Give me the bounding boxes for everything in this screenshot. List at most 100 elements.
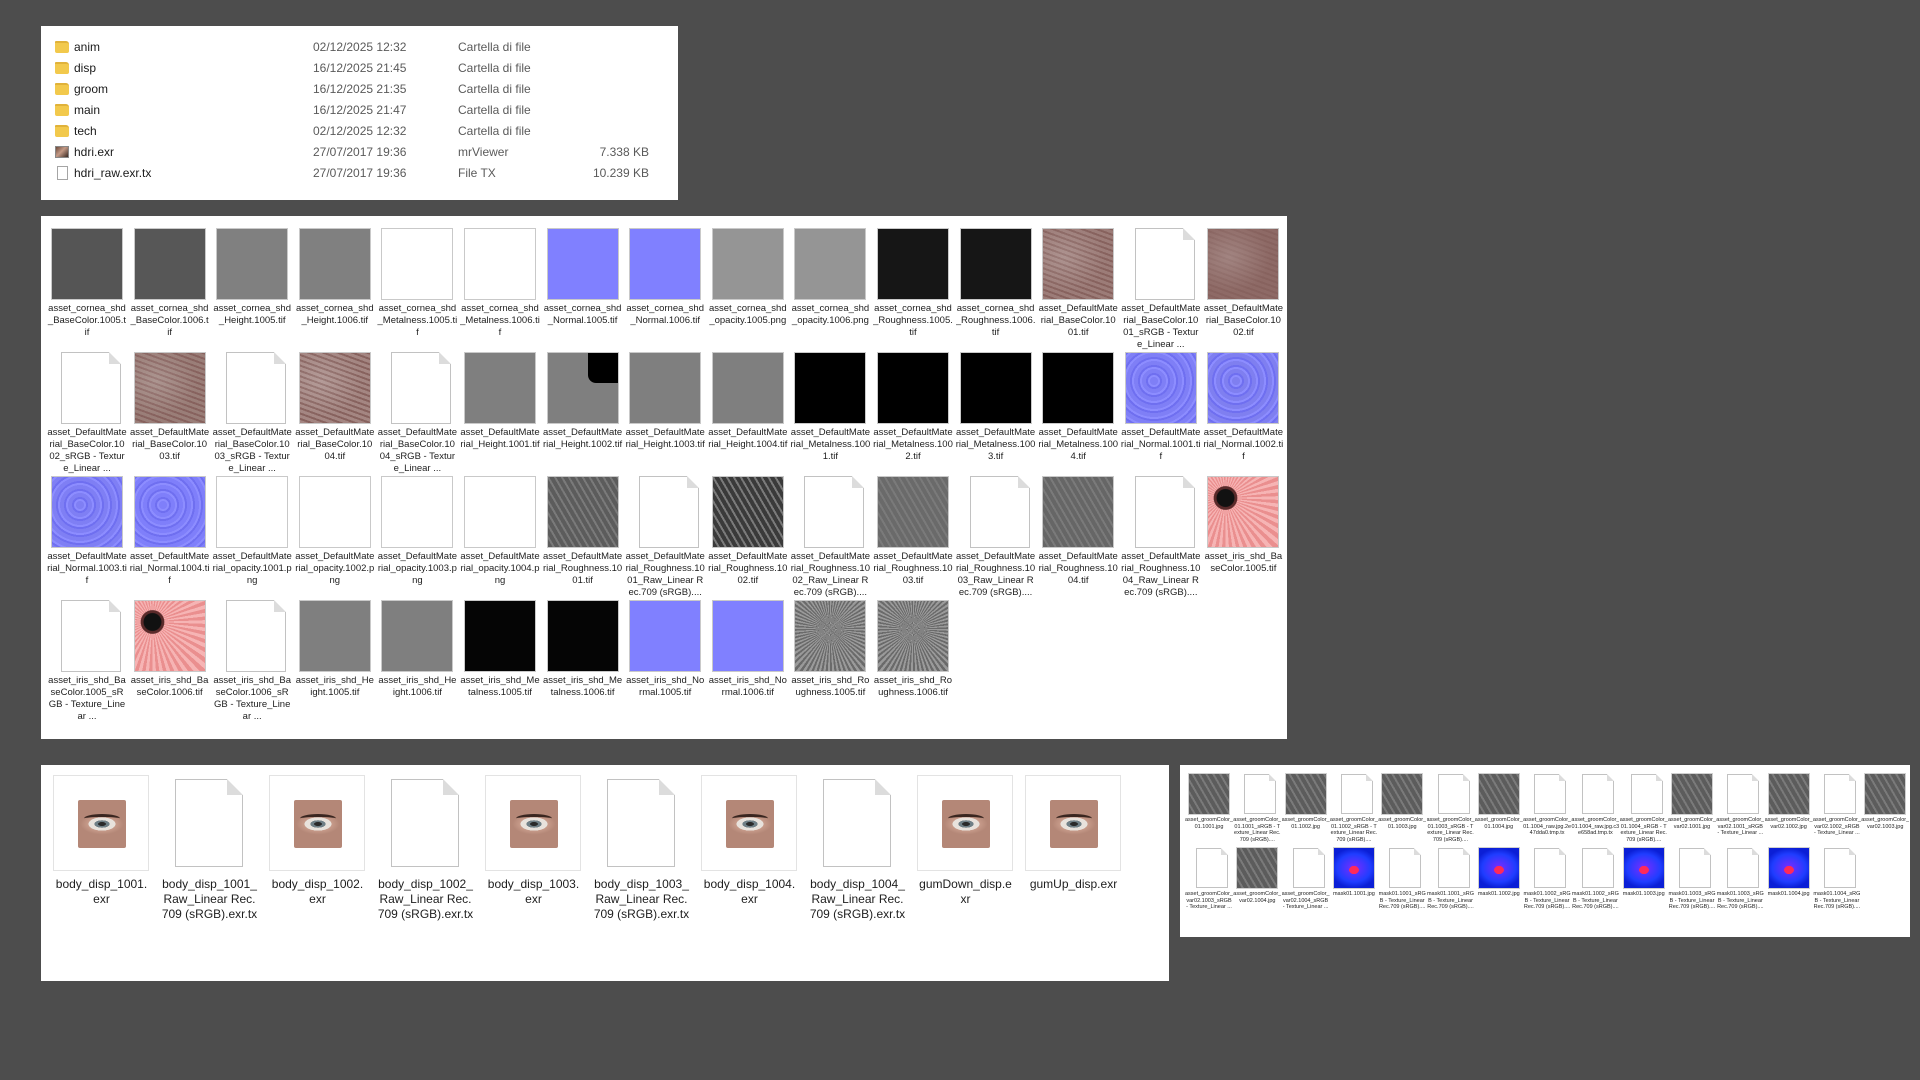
file-tile[interactable]: asset_iris_shd_Height.1006.tif — [377, 600, 457, 724]
file-tile[interactable]: asset_DefaultMaterial_Normal.1002.tif — [1203, 352, 1283, 476]
file-tile[interactable]: asset_cornea_shd_BaseColor.1006.tif — [130, 228, 210, 352]
file-tile[interactable]: asset_DefaultMaterial_BaseColor.1003_sRG… — [212, 352, 292, 476]
file-row[interactable]: main 16/12/2025 21:47 Cartella di file — [41, 100, 678, 121]
file-tile[interactable]: asset_DefaultMaterial_BaseColor.1001_sRG… — [1121, 228, 1201, 352]
file-tile[interactable]: mask01.1003_sRGB - Texture_Linear Rec.70… — [1668, 847, 1716, 931]
file-tile[interactable]: gumUp_disp.exr — [1025, 775, 1122, 945]
file-tile[interactable]: asset_iris_shd_BaseColor.1006.tif — [130, 600, 210, 724]
file-tile[interactable]: asset_DefaultMaterial_BaseColor.1004_sRG… — [377, 352, 457, 476]
file-row[interactable]: disp 16/12/2025 21:45 Cartella di file — [41, 58, 678, 79]
file-tile[interactable]: asset_groomColor_var02.1004.jpg — [1233, 847, 1281, 931]
file-tile[interactable]: asset_cornea_shd_BaseColor.1005.tif — [47, 228, 127, 352]
file-tile[interactable]: body_disp_1002.exr — [269, 775, 366, 945]
file-tile[interactable]: asset_DefaultMaterial_Height.1004.tif — [708, 352, 788, 476]
file-tile[interactable]: asset_groomColor_01.1002_sRGB - Texture_… — [1330, 773, 1378, 857]
file-tile[interactable]: asset_DefaultMaterial_Roughness.1001.tif — [543, 476, 623, 600]
file-tile[interactable]: asset_DefaultMaterial_Roughness.1004.tif — [1038, 476, 1118, 600]
file-tile[interactable]: body_disp_1004.exr — [701, 775, 798, 945]
file-tile[interactable]: asset_iris_shd_Height.1005.tif — [295, 600, 375, 724]
file-tile[interactable]: asset_cornea_shd_Roughness.1006.tif — [956, 228, 1036, 352]
file-tile[interactable]: asset_groomColor_01.1004_raw.jpg.2e47dda… — [1523, 773, 1571, 857]
file-tile[interactable]: asset_groomColor_01.1004_sRGB - Texture_… — [1620, 773, 1668, 857]
file-row[interactable]: hdri.exr 27/07/2017 19:36 mrViewer 7.338 KB — [41, 142, 678, 163]
file-tile[interactable]: asset_cornea_shd_opacity.1005.png — [708, 228, 788, 352]
file-tile[interactable]: mask01.1004_sRGB - Texture_Linear Rec.70… — [1813, 847, 1861, 931]
file-tile[interactable]: asset_iris_shd_Metalness.1006.tif — [543, 600, 623, 724]
file-tile[interactable]: asset_cornea_shd_Roughness.1005.tif — [873, 228, 953, 352]
file-tile[interactable]: asset_groomColor_var02.1003.jpg — [1861, 773, 1909, 857]
file-tile[interactable]: mask01.1001_sRGB - Texture_Linear Rec.70… — [1378, 847, 1426, 931]
file-tile[interactable]: asset_cornea_shd_Normal.1005.tif — [543, 228, 623, 352]
file-tile[interactable]: asset_groomColor_01.1002.jpg — [1282, 773, 1330, 857]
file-tile[interactable]: body_disp_1001.exr — [53, 775, 150, 945]
file-tile[interactable]: asset_groomColor_01.1001_sRGB - Texture_… — [1233, 773, 1281, 857]
file-row[interactable]: anim 02/12/2025 12:32 Cartella di file — [41, 37, 678, 58]
file-tile[interactable]: body_disp_1004_Raw_Linear Rec.709 (sRGB)… — [809, 775, 906, 945]
file-tile[interactable]: asset_groomColor_01.1003_sRGB - Texture_… — [1427, 773, 1475, 857]
file-tile[interactable]: asset_DefaultMaterial_Roughness.1003_Raw… — [956, 476, 1036, 600]
file-row[interactable]: groom 16/12/2025 21:35 Cartella di file — [41, 79, 678, 100]
file-tile[interactable]: mask01.1002.jpg — [1475, 847, 1523, 931]
file-tile[interactable]: asset_groomColor_var02.1003_sRGB - Textu… — [1185, 847, 1233, 931]
file-tile[interactable]: asset_DefaultMaterial_Roughness.1003.tif — [873, 476, 953, 600]
file-tile[interactable]: asset_DefaultMaterial_Roughness.1001_Raw… — [625, 476, 705, 600]
file-tile[interactable]: asset_groomColor_var02.1001_sRGB - Textu… — [1716, 773, 1764, 857]
file-tile[interactable]: asset_iris_shd_Normal.1006.tif — [708, 600, 788, 724]
file-tile[interactable]: asset_DefaultMaterial_Normal.1004.tif — [130, 476, 210, 600]
file-tile[interactable]: asset_DefaultMaterial_Roughness.1002_Raw… — [790, 476, 870, 600]
file-tile[interactable]: asset_iris_shd_BaseColor.1006_sRGB - Tex… — [212, 600, 292, 724]
file-tile[interactable]: asset_DefaultMaterial_opacity.1002.png — [295, 476, 375, 600]
file-tile[interactable]: asset_DefaultMaterial_Height.1003.tif — [625, 352, 705, 476]
file-tile[interactable]: asset_cornea_shd_opacity.1006.png — [790, 228, 870, 352]
file-tile[interactable]: asset_iris_shd_BaseColor.1005_sRGB - Tex… — [47, 600, 127, 724]
file-tile[interactable]: body_disp_1002_Raw_Linear Rec.709 (sRGB)… — [377, 775, 474, 945]
file-tile[interactable]: asset_groomColor_01.1004_raw.jpg.c3e658a… — [1571, 773, 1619, 857]
file-tile[interactable]: mask01.1004.jpg — [1765, 847, 1813, 931]
file-tile[interactable]: asset_DefaultMaterial_BaseColor.1001.tif — [1038, 228, 1118, 352]
file-tile[interactable]: asset_DefaultMaterial_Normal.1003.tif — [47, 476, 127, 600]
file-tile[interactable]: asset_DefaultMaterial_Normal.1001.tif — [1121, 352, 1201, 476]
file-tile[interactable]: asset_DefaultMaterial_Roughness.1004_Raw… — [1121, 476, 1201, 600]
file-tile[interactable]: asset_groomColor_01.1004.jpg — [1475, 773, 1523, 857]
file-tile[interactable]: asset_DefaultMaterial_opacity.1004.png — [460, 476, 540, 600]
file-tile[interactable]: asset_DefaultMaterial_opacity.1001.png — [212, 476, 292, 600]
file-tile[interactable]: asset_cornea_shd_Height.1006.tif — [295, 228, 375, 352]
file-tile[interactable]: asset_groomColor_01.1003.jpg — [1378, 773, 1426, 857]
file-tile[interactable]: asset_iris_shd_Metalness.1005.tif — [460, 600, 540, 724]
file-tile[interactable]: asset_DefaultMaterial_Metalness.1003.tif — [956, 352, 1036, 476]
file-tile[interactable]: asset_groomColor_01.1001.jpg — [1185, 773, 1233, 857]
file-tile[interactable]: mask01.1003.jpg — [1620, 847, 1668, 931]
file-tile[interactable]: body_disp_1001_Raw_Linear Rec.709 (sRGB)… — [161, 775, 258, 945]
file-tile[interactable]: asset_cornea_shd_Metalness.1006.tif — [460, 228, 540, 352]
file-tile[interactable]: asset_groomColor_var02.1001.jpg — [1668, 773, 1716, 857]
file-tile[interactable]: asset_iris_shd_Roughness.1005.tif — [790, 600, 870, 724]
file-tile[interactable]: gumDown_disp.exr — [917, 775, 1014, 945]
file-tile[interactable]: asset_DefaultMaterial_Metalness.1002.tif — [873, 352, 953, 476]
file-tile[interactable]: asset_iris_shd_BaseColor.1005.tif — [1203, 476, 1283, 600]
file-tile[interactable]: asset_DefaultMaterial_BaseColor.1002_sRG… — [47, 352, 127, 476]
file-tile[interactable]: asset_groomColor_var02.1004_sRGB - Textu… — [1282, 847, 1330, 931]
file-tile[interactable]: body_disp_1003.exr — [485, 775, 582, 945]
file-tile[interactable]: asset_cornea_shd_Normal.1006.tif — [625, 228, 705, 352]
file-tile[interactable]: mask01.1001_sRGB - Texture_Linear Rec.70… — [1427, 847, 1475, 931]
file-tile[interactable]: asset_DefaultMaterial_BaseColor.1003.tif — [130, 352, 210, 476]
file-row[interactable]: tech 02/12/2025 12:32 Cartella di file — [41, 121, 678, 142]
file-tile[interactable]: mask01.1001.jpg — [1330, 847, 1378, 931]
file-tile[interactable]: body_disp_1003_Raw_Linear Rec.709 (sRGB)… — [593, 775, 690, 945]
file-tile[interactable]: asset_iris_shd_Normal.1005.tif — [625, 600, 705, 724]
file-tile[interactable]: asset_cornea_shd_Metalness.1005.tif — [377, 228, 457, 352]
file-tile[interactable]: asset_cornea_shd_Height.1005.tif — [212, 228, 292, 352]
file-tile[interactable]: mask01.1002_sRGB - Texture_Linear Rec.70… — [1523, 847, 1571, 931]
file-tile[interactable]: mask01.1003_sRGB - Texture_Linear Rec.70… — [1716, 847, 1764, 931]
file-tile[interactable]: asset_DefaultMaterial_Roughness.1002.tif — [708, 476, 788, 600]
file-tile[interactable]: asset_DefaultMaterial_opacity.1003.png — [377, 476, 457, 600]
file-tile[interactable]: asset_groomColor_var02.1002_sRGB - Textu… — [1813, 773, 1861, 857]
file-tile[interactable]: asset_DefaultMaterial_Height.1002.tif — [543, 352, 623, 476]
file-tile[interactable]: mask01.1002_sRGB - Texture_Linear Rec.70… — [1571, 847, 1619, 931]
file-tile[interactable]: asset_iris_shd_Roughness.1006.tif — [873, 600, 953, 724]
file-tile[interactable]: asset_groomColor_var02.1002.jpg — [1765, 773, 1813, 857]
file-tile[interactable]: asset_DefaultMaterial_Metalness.1004.tif — [1038, 352, 1118, 476]
file-tile[interactable]: asset_DefaultMaterial_BaseColor.1002.tif — [1203, 228, 1283, 352]
file-row[interactable]: hdri_raw.exr.tx 27/07/2017 19:36 File TX 10… — [41, 163, 678, 184]
file-tile[interactable]: asset_DefaultMaterial_Metalness.1001.tif — [790, 352, 870, 476]
